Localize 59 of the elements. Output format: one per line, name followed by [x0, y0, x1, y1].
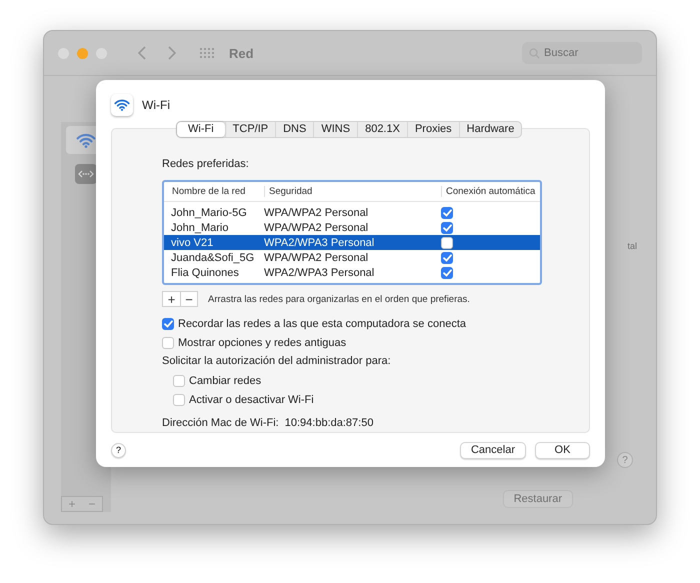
network-name: Juanda&Sofi_5G	[171, 252, 256, 264]
mac-address: 10:94:bb:da:87:50	[284, 416, 374, 428]
checkbox-label: Activar o desactivar Wi-Fi	[189, 394, 314, 406]
section-label: Solicitar la autorización del administrador para:	[162, 354, 392, 369]
tab[interactable]: TCP/IP	[224, 122, 276, 137]
checkbox-label: Mostrar opciones y redes antiguas	[178, 336, 346, 348]
search-field[interactable]: Buscar	[522, 42, 642, 64]
checkbox[interactable]	[162, 318, 174, 330]
network-name: John_Mario-5G	[171, 206, 248, 218]
tab[interactable]: 802.1X	[357, 122, 407, 137]
checkbox[interactable]	[173, 374, 185, 386]
tab[interactable]: Proxies	[406, 122, 459, 137]
checkbox[interactable]	[441, 222, 453, 234]
checkbox-label: Recordar las redes a las que esta computadora se conecta	[178, 318, 466, 330]
ok-button[interactable]: OK	[535, 442, 590, 459]
security-type: WPA2/WPA3 Personal	[264, 236, 376, 248]
checkbox[interactable]	[441, 252, 453, 264]
grid-icon[interactable]	[199, 47, 215, 59]
checkbox[interactable]	[441, 236, 453, 249]
checkbox[interactable]	[441, 266, 453, 279]
list-button[interactable]: −	[180, 292, 197, 306]
window-title: Red	[229, 46, 254, 60]
dialog-title: Wi-Fi	[142, 98, 170, 112]
column-header[interactable]: Conexión automática	[441, 186, 540, 197]
tab[interactable]: Wi-Fi	[177, 122, 225, 137]
tab[interactable]: WINS	[313, 122, 358, 137]
checkbox-label: Cambiar redes	[189, 374, 262, 386]
list-button[interactable]: +	[163, 292, 180, 306]
network-name: vivo V21	[171, 236, 214, 248]
window-control[interactable]	[77, 48, 88, 58]
tab[interactable]: DNS	[275, 122, 314, 137]
network-name: Flia Quinones	[171, 266, 240, 278]
checkbox[interactable]	[162, 336, 174, 348]
column-header[interactable]: Seguridad	[264, 186, 441, 197]
tab[interactable]: Hardware	[458, 122, 522, 137]
column-header[interactable]: Nombre de la red	[171, 186, 264, 197]
hint-text: Arrastra las redes para organizarlas en el orden que prefieras.	[208, 294, 470, 304]
network-icon	[75, 164, 97, 184]
section-label: Redes preferidas:	[162, 157, 250, 172]
security-type: WPA/WPA2 Personal	[264, 222, 370, 234]
wifi-glyph	[114, 99, 130, 111]
cancel-button[interactable]: Cancelar	[460, 442, 526, 459]
network-name: John_Mario	[171, 222, 230, 234]
wifi-icon	[76, 132, 96, 148]
forward-icon[interactable]	[167, 46, 177, 60]
security-type: WPA/WPA2 Personal	[264, 206, 370, 218]
network-row[interactable]: Juanda&Sofi_5G WPA/WPA2 Personal	[164, 250, 540, 265]
network-row[interactable]: John_Mario WPA/WPA2 Personal	[164, 220, 540, 235]
network-row[interactable]: John_Mario-5G WPA/WPA2 Personal	[164, 205, 540, 220]
security-type: WPA/WPA2 Personal	[264, 252, 370, 264]
mac-label: Dirección Mac de Wi-Fi:	[162, 416, 279, 428]
help-button[interactable]: ?	[111, 442, 126, 458]
back-icon[interactable]	[137, 46, 147, 60]
network-row[interactable]: vivo V21 WPA2/WPA3 Personal	[164, 235, 540, 250]
setting-label: tal	[627, 241, 637, 251]
checkbox[interactable]	[173, 394, 185, 406]
network-row[interactable]: Flia Quinones WPA2/WPA3 Personal	[164, 265, 540, 280]
checkbox[interactable]	[441, 206, 453, 219]
security-type: WPA2/WPA3 Personal	[264, 266, 376, 278]
